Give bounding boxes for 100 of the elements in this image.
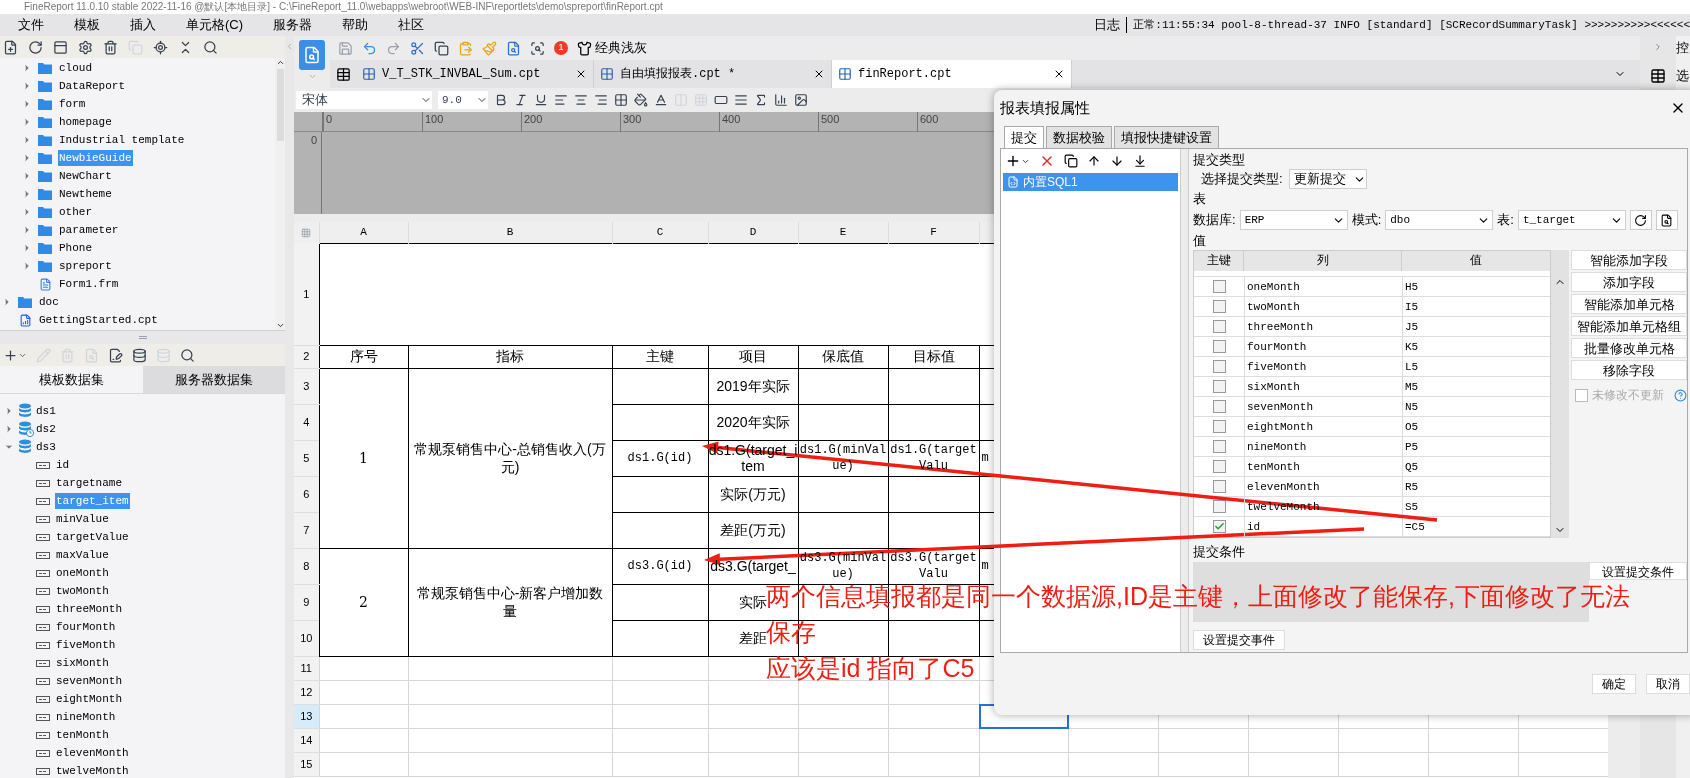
expand-arrow-icon[interactable] xyxy=(22,135,32,145)
cut-icon[interactable] xyxy=(410,40,425,56)
table-cell[interactable]: M5 xyxy=(1402,376,1550,397)
splitter-handle[interactable] xyxy=(138,336,147,339)
dialog-tab[interactable]: 填报快捷键设置 xyxy=(1114,126,1219,148)
set-event-button[interactable]: 设置提交事件 xyxy=(1193,630,1285,650)
add-icon[interactable] xyxy=(1005,153,1021,169)
close-icon[interactable] xyxy=(575,68,587,80)
table-cell[interactable]: L5 xyxy=(1402,356,1550,377)
field-item[interactable]: targetname xyxy=(55,474,123,492)
scrollbar-thumb[interactable] xyxy=(276,69,284,141)
table-cell[interactable]: eightMonth xyxy=(1244,416,1402,437)
table-cell[interactable]: m xyxy=(981,450,989,466)
row-header[interactable]: 7 xyxy=(294,512,319,548)
expand-arrow-icon[interactable] xyxy=(22,81,32,91)
theme-button[interactable]: 经典浅灰 xyxy=(577,38,647,58)
dataset-tab[interactable]: 服务器数据集 xyxy=(142,366,285,393)
checkbox[interactable] xyxy=(1212,400,1226,413)
table-cell[interactable]: twoMonth xyxy=(1244,296,1402,317)
column-header[interactable]: F xyxy=(888,222,979,243)
table-cell[interactable]: sevenMonth xyxy=(1244,396,1402,417)
log-label[interactable]: 日志 xyxy=(1094,15,1121,35)
field-item[interactable]: twelveMonth xyxy=(55,762,130,778)
tree-item[interactable]: DataReport xyxy=(58,77,126,95)
expand-arrow-icon[interactable] xyxy=(4,406,14,416)
field-item[interactable]: sevenMonth xyxy=(55,672,123,690)
header-cell[interactable]: 主键 xyxy=(612,345,708,368)
tree-item[interactable]: doc xyxy=(38,293,60,311)
menu-item[interactable]: 服务器 xyxy=(273,15,313,35)
cell-attributes-icon[interactable] xyxy=(1650,68,1666,84)
expand-arrow-icon[interactable] xyxy=(22,207,32,217)
expand-arrow-icon[interactable] xyxy=(22,63,32,73)
row-header[interactable]: 13 xyxy=(294,704,319,728)
action-button[interactable]: 智能添加单元格组 xyxy=(1571,316,1687,336)
tree-item[interactable]: GettingStarted.cpt xyxy=(38,311,159,329)
table-cell[interactable]: ds3.G(targetValu xyxy=(889,550,978,582)
tree-item[interactable]: NewChart xyxy=(58,167,113,185)
move-up-icon[interactable] xyxy=(1087,154,1101,168)
menu-item[interactable]: 单元格(C) xyxy=(186,15,244,35)
scrollbar[interactable] xyxy=(1551,250,1569,538)
scroll-down-icon[interactable] xyxy=(275,321,285,330)
expand-arrow-icon[interactable] xyxy=(2,297,12,307)
copy-icon[interactable] xyxy=(434,40,449,56)
table-cell[interactable]: threeMonth xyxy=(1244,316,1402,337)
checkbox[interactable] xyxy=(1212,320,1226,333)
field-item[interactable]: minValue xyxy=(55,510,110,528)
row-header[interactable]: 4 xyxy=(294,404,319,440)
tree-item[interactable]: Industrial template xyxy=(58,131,186,149)
expand-arrow-icon[interactable] xyxy=(22,99,32,109)
save-icon[interactable] xyxy=(338,40,353,56)
table-cell[interactable]: ds3.G(minValue) xyxy=(799,550,887,582)
new-folder-icon[interactable] xyxy=(3,39,18,55)
row-header[interactable]: 3 xyxy=(294,368,319,404)
table-cell[interactable]: sixMonth xyxy=(1244,376,1402,397)
table-cell[interactable]: m xyxy=(981,558,989,574)
row-header[interactable]: 8 xyxy=(294,548,319,584)
move-down-icon[interactable] xyxy=(1110,154,1124,168)
search-icon[interactable] xyxy=(203,39,218,55)
expand-arrow-icon[interactable] xyxy=(22,117,32,127)
side-panel-label[interactable]: 控 xyxy=(1676,38,1690,58)
action-button[interactable]: 添加字段 xyxy=(1571,272,1687,292)
dialog-tab[interactable]: 提交 xyxy=(1004,126,1044,148)
table-cell[interactable]: oneMonth xyxy=(1244,276,1402,297)
menu-item[interactable]: 文件 xyxy=(18,15,44,35)
settings-icon[interactable] xyxy=(78,39,93,55)
checkbox[interactable] xyxy=(1212,480,1226,493)
schema-select[interactable]: dbo xyxy=(1385,210,1494,230)
column-header[interactable]: A xyxy=(319,222,408,243)
checkbox[interactable] xyxy=(1212,420,1226,433)
table-cell[interactable]: J5 xyxy=(1402,316,1550,337)
column-header[interactable]: E xyxy=(798,222,888,243)
header-cell[interactable]: 目标值 xyxy=(888,345,979,368)
row-header[interactable]: 2 xyxy=(294,345,319,368)
border-icon[interactable] xyxy=(614,93,628,107)
align-right-icon[interactable] xyxy=(594,93,608,107)
table-cell[interactable]: Q5 xyxy=(1402,456,1550,477)
copy-icon[interactable] xyxy=(1064,154,1078,168)
font-size-select[interactable]: 9.0 xyxy=(438,91,488,109)
tree-item[interactable]: other xyxy=(58,203,93,221)
row-header[interactable]: 9 xyxy=(294,584,319,620)
checkbox[interactable] xyxy=(1212,340,1226,353)
table-cell[interactable]: K5 xyxy=(1402,336,1550,357)
field-item[interactable]: twoMonth xyxy=(55,582,110,600)
checkbox[interactable] xyxy=(1212,460,1226,473)
submit-type-select[interactable]: 更新提交 xyxy=(1288,169,1367,189)
table-cell[interactable]: =C5 xyxy=(1402,516,1550,537)
dialog-tab[interactable]: 数据校验 xyxy=(1046,126,1112,148)
action-button[interactable]: 批量修改单元格 xyxy=(1571,338,1687,358)
column-header[interactable]: D xyxy=(708,222,798,243)
database-select[interactable]: ERP xyxy=(1239,210,1348,230)
dataset-item[interactable]: ds1 xyxy=(36,402,56,420)
tree-item[interactable]: Phone xyxy=(58,239,93,257)
checkbox[interactable] xyxy=(1212,520,1226,533)
row-header[interactable]: 10 xyxy=(294,620,319,656)
dialog-button[interactable]: 取消 xyxy=(1646,674,1690,694)
bold-icon[interactable] xyxy=(494,93,508,107)
field-item[interactable]: targetValue xyxy=(55,528,130,546)
database-preview-icon[interactable] xyxy=(132,347,147,363)
checkbox[interactable] xyxy=(1212,280,1226,293)
row-header[interactable]: 11 xyxy=(294,656,319,680)
